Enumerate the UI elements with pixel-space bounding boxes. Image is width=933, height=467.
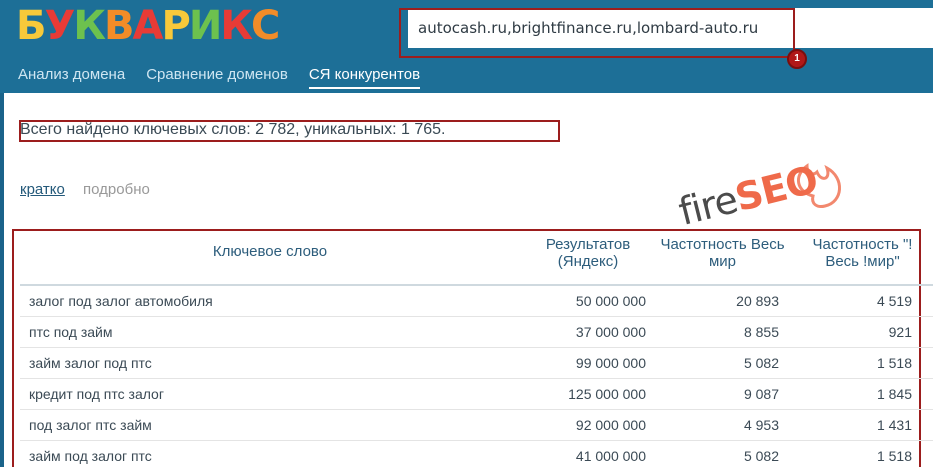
tab-domain-comparison[interactable]: Сравнение доменов — [146, 66, 288, 89]
cell-results: 92 000 000 — [575, 417, 646, 433]
cell-results: 50 000 000 — [575, 293, 646, 309]
cell-freq-exact: 921 — [888, 324, 912, 340]
cell-freq-exact: 1 518 — [876, 355, 912, 371]
annotation-badge: 1 — [787, 49, 807, 69]
keywords-table: Ключевое слово Результатов (Яндекс) Част… — [20, 230, 933, 467]
table-row: займ под залог птс 41 000 000 5 082 1 51… — [20, 441, 933, 467]
col-header-freq-world[interactable]: Частотность Весь мир — [660, 236, 785, 270]
table-row: птс под займ 37 000 000 8 855 921 — [20, 317, 933, 348]
cell-keyword: кредит под птс залог — [29, 386, 164, 402]
logo-letter: А — [132, 3, 164, 49]
cell-freq-exact: 4 519 — [876, 293, 912, 309]
logo-letter: Р — [161, 3, 191, 49]
cell-results: 99 000 000 — [575, 355, 646, 371]
logo-letter: И — [188, 3, 223, 49]
tab-domain-analysis[interactable]: Анализ домена — [18, 66, 125, 89]
tab-competitor-keywords[interactable]: СЯ конкурентов — [308, 66, 421, 89]
cell-freq-world: 5 082 — [743, 355, 779, 371]
logo-letter: К — [220, 3, 253, 49]
table-row: под залог птс займ 92 000 000 4 953 1 43… — [20, 410, 933, 441]
col-header-results[interactable]: Результатов (Яндекс) — [530, 236, 646, 270]
cell-results: 41 000 000 — [575, 448, 646, 464]
logo-letter: С — [251, 3, 280, 49]
cell-keyword: займ под залог птс — [29, 448, 152, 464]
cell-freq-world: 9 087 — [743, 386, 779, 402]
cell-freq-exact: 1 431 — [876, 417, 912, 433]
table-row: займ залог под птс 99 000 000 5 082 1 51… — [20, 348, 933, 379]
logo[interactable]: БУКВАРИКС — [16, 3, 280, 49]
site-header: БУКВАРИКС 1 Анализ домена Сравнение доме… — [0, 0, 933, 93]
main-nav: Анализ домена Сравнение доменов СЯ конку… — [18, 66, 441, 89]
cell-results: 125 000 000 — [568, 386, 646, 402]
table-row: залог под залог автомобиля 50 000 000 20… — [20, 286, 933, 317]
table-row: кредит под птс залог 125 000 000 9 087 1… — [20, 379, 933, 410]
logo-letter: У — [44, 3, 76, 49]
logo-letter: В — [104, 3, 134, 49]
col-header-freq-exact[interactable]: Частотность "!Весь !мир" — [800, 236, 925, 270]
cell-keyword: займ залог под птс — [29, 355, 152, 371]
cell-freq-world: 8 855 — [743, 324, 779, 340]
cell-keyword: залог под залог автомобиля — [29, 293, 213, 309]
cell-freq-world: 4 953 — [743, 417, 779, 433]
cell-freq-world: 5 082 — [743, 448, 779, 464]
logo-letter: Б — [16, 3, 46, 49]
cell-keyword: под залог птс займ — [29, 417, 152, 433]
view-toggle: кратко подробно — [20, 181, 164, 198]
cell-results: 37 000 000 — [575, 324, 646, 340]
brief-view-link[interactable]: кратко — [20, 181, 65, 198]
detailed-view-link[interactable]: подробно — [83, 181, 150, 198]
cell-freq-exact: 1 518 — [876, 448, 912, 464]
table-header: Ключевое слово Результатов (Яндекс) Част… — [20, 230, 933, 286]
logo-letter: К — [73, 3, 106, 49]
search-annotation-frame — [399, 8, 795, 58]
cell-freq-exact: 1 845 — [876, 386, 912, 402]
summary-annotation-frame — [19, 120, 560, 142]
cell-freq-world: 20 893 — [736, 293, 779, 309]
cell-keyword: птс под займ — [29, 324, 113, 340]
col-header-keyword[interactable]: Ключевое слово — [20, 243, 520, 260]
